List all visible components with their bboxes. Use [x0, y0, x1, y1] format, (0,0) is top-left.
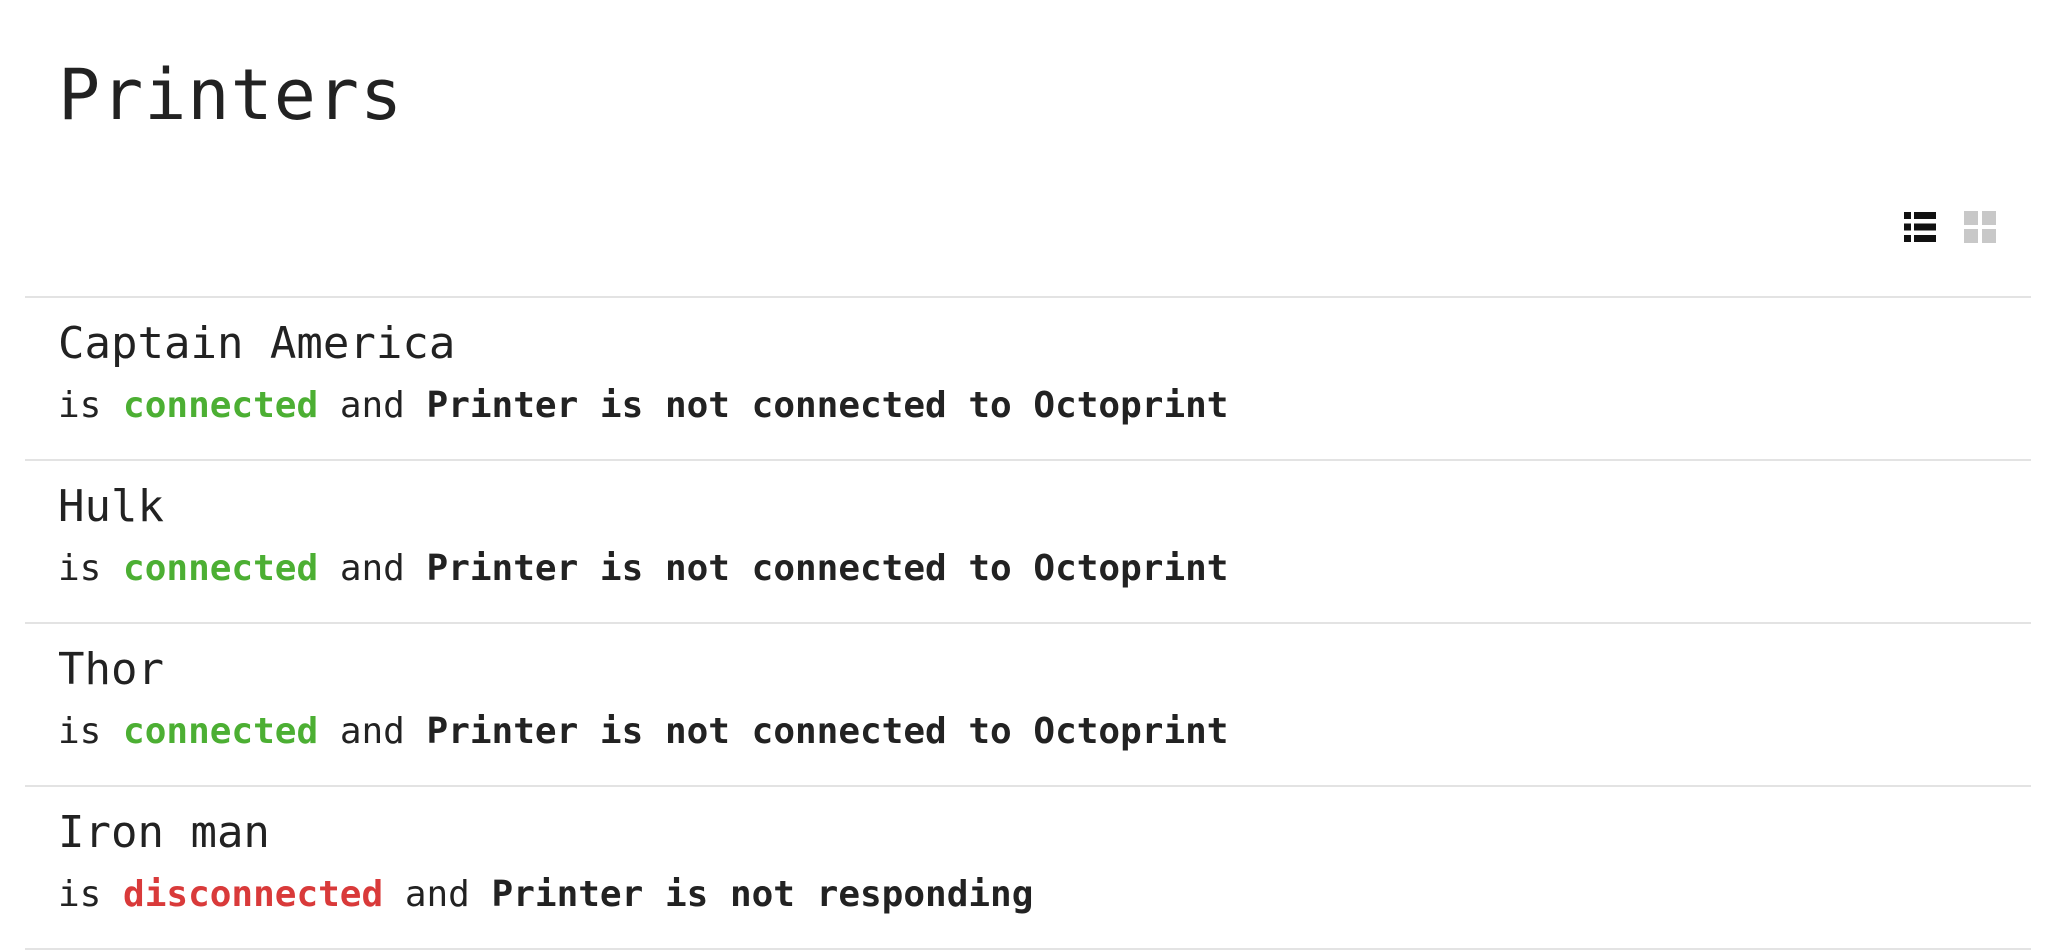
printer-row[interactable]: Iron man is disconnected and Printer is …: [25, 787, 2031, 950]
page-title: Printers: [58, 54, 404, 136]
status-conjunction: and: [339, 548, 405, 589]
printer-status: is connected and Printer is not connecte…: [58, 708, 1228, 756]
printer-detail: Printer is not connected to Octoprint: [426, 548, 1229, 589]
printer-name: Hulk: [58, 481, 164, 532]
printer-row[interactable]: Captain America is connected and Printer…: [25, 298, 2031, 461]
printer-detail: Printer is not connected to Octoprint: [426, 711, 1229, 752]
status-conjunction: and: [339, 385, 405, 426]
status-prefix: is: [58, 711, 102, 752]
printer-status: is connected and Printer is not connecte…: [58, 382, 1228, 430]
printer-name: Thor: [58, 644, 164, 695]
view-toggle: [1904, 210, 1996, 244]
printer-status: is connected and Printer is not connecte…: [58, 545, 1228, 593]
list-view-button[interactable]: [1904, 210, 1936, 244]
status-conjunction: and: [339, 711, 405, 752]
grid-view-icon: [1964, 211, 1996, 243]
connection-state: connected: [123, 385, 319, 426]
printer-name: Captain America: [58, 318, 456, 369]
printer-detail: Printer is not connected to Octoprint: [426, 385, 1229, 426]
printer-row[interactable]: Thor is connected and Printer is not con…: [25, 624, 2031, 787]
printer-status: is disconnected and Printer is not respo…: [58, 871, 1033, 919]
status-conjunction: and: [404, 874, 470, 915]
status-prefix: is: [58, 874, 102, 915]
printer-list: Captain America is connected and Printer…: [25, 296, 2031, 950]
connection-state: connected: [123, 548, 319, 589]
printer-row[interactable]: Hulk is connected and Printer is not con…: [25, 461, 2031, 624]
printer-detail: Printer is not responding: [491, 874, 1034, 915]
printer-name: Iron man: [58, 807, 270, 858]
grid-view-button[interactable]: [1964, 210, 1996, 244]
status-prefix: is: [58, 548, 102, 589]
status-prefix: is: [58, 385, 102, 426]
connection-state: connected: [123, 711, 319, 752]
connection-state: disconnected: [123, 874, 384, 915]
list-view-icon: [1904, 212, 1936, 242]
